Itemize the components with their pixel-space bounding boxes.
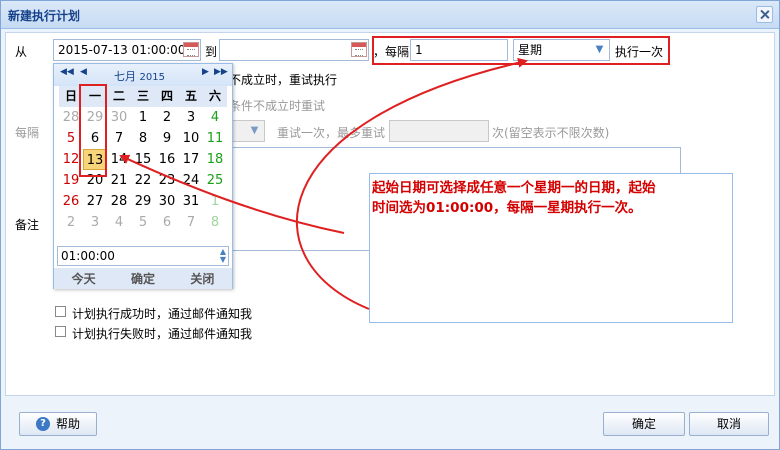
cancel-button[interactable]: 取消 — [689, 412, 769, 436]
arrow-to-interval-box — [295, 57, 528, 310]
annotation-arrows — [119, 57, 528, 310]
arrow-to-monday-column — [119, 154, 345, 234]
ok-button[interactable]: 确定 — [603, 412, 685, 436]
help-icon: ? — [36, 417, 50, 431]
help-button[interactable]: ? 帮助 — [19, 412, 97, 436]
new-schedule-dialog: 新建执行计划 从 2015-07-13 01:00:00 到 ，每隔 1 星期 … — [0, 0, 780, 450]
help-button-label: 帮助 — [56, 417, 81, 431]
